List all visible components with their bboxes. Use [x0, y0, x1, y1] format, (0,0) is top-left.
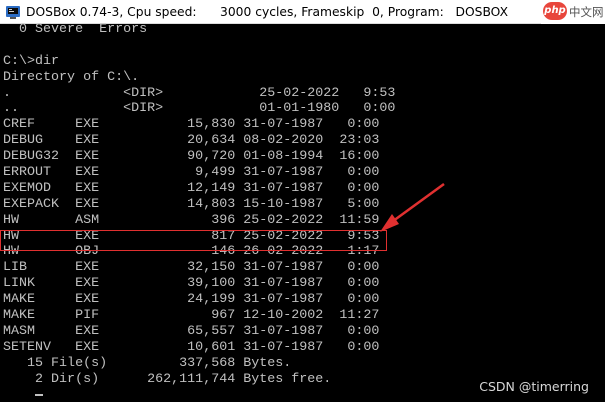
console-line: LIB EXE 32,150 31-07-1987 0:00: [3, 260, 380, 276]
window-title: DOSBox 0.74-3, Cpu speed: 3000 cycles, F…: [26, 5, 508, 19]
console-line: HW EXE 817 25-02-2022 9:53: [3, 228, 380, 244]
csdn-watermark: CSDN @timerring: [479, 379, 589, 394]
dosbox-window: DOSBox 0.74-3, Cpu speed: 3000 cycles, F…: [0, 0, 605, 402]
console-line: MAKE EXE 24,199 31-07-1987 0:00: [3, 292, 380, 308]
console-line: Directory of C:\.: [3, 69, 140, 85]
console-line: HW OBJ 146 26-02-2022 1:17: [3, 244, 380, 260]
console-line: .. <DIR> 01-01-1980 0:00: [3, 101, 396, 117]
php-cn-watermark-logo: php 中文网: [541, 0, 605, 24]
console-line: C:\>dir: [3, 53, 60, 69]
console-line: CREF EXE 15,830 31-07-1987 0:00: [3, 117, 380, 133]
console-line: 2 Dir(s) 262,111,744 Bytes free.: [3, 371, 332, 387]
console-line: . <DIR> 25-02-2022 9:53: [3, 85, 396, 101]
console-line: LINK EXE 39,100 31-07-1987 0:00: [3, 276, 380, 292]
console-line: MAKE PIF 967 12-10-2002 11:27: [3, 308, 380, 324]
console-output[interactable]: 0 Severe Errors C:\>dir Directory of C:\..…: [3, 22, 395, 402]
console-line: 15 File(s) 337,568 Bytes.: [3, 355, 292, 371]
text-cursor: [35, 394, 43, 396]
console-line: EXEMOD EXE 12,149 31-07-1987 0:00: [3, 180, 380, 196]
title-bar[interactable]: DOSBox 0.74-3, Cpu speed: 3000 cycles, F…: [0, 0, 605, 24]
console-line: EXEPACK EXE 14,803 15-10-1987 5:00: [3, 196, 380, 212]
console-line: HW ASM 396 25-02-2022 11:59: [3, 212, 380, 228]
console-line: SETENV EXE 10,601 31-07-1987 0:00: [3, 339, 380, 355]
console-line: DEBUG EXE 20,634 08-02-2020 23:03: [3, 133, 380, 149]
php-logo-text: 中文网: [569, 5, 604, 19]
console-line: ERROUT EXE 9,499 31-07-1987 0:00: [3, 165, 380, 181]
php-logo-badge: php: [543, 2, 567, 20]
console-line: 0 Severe Errors: [3, 22, 148, 37]
console-line: MASM EXE 65,557 31-07-1987 0:00: [3, 323, 380, 339]
dosbox-icon: [6, 6, 20, 19]
console-line: DEBUG32 EXE 90,720 01-08-1994 16:00: [3, 149, 380, 165]
